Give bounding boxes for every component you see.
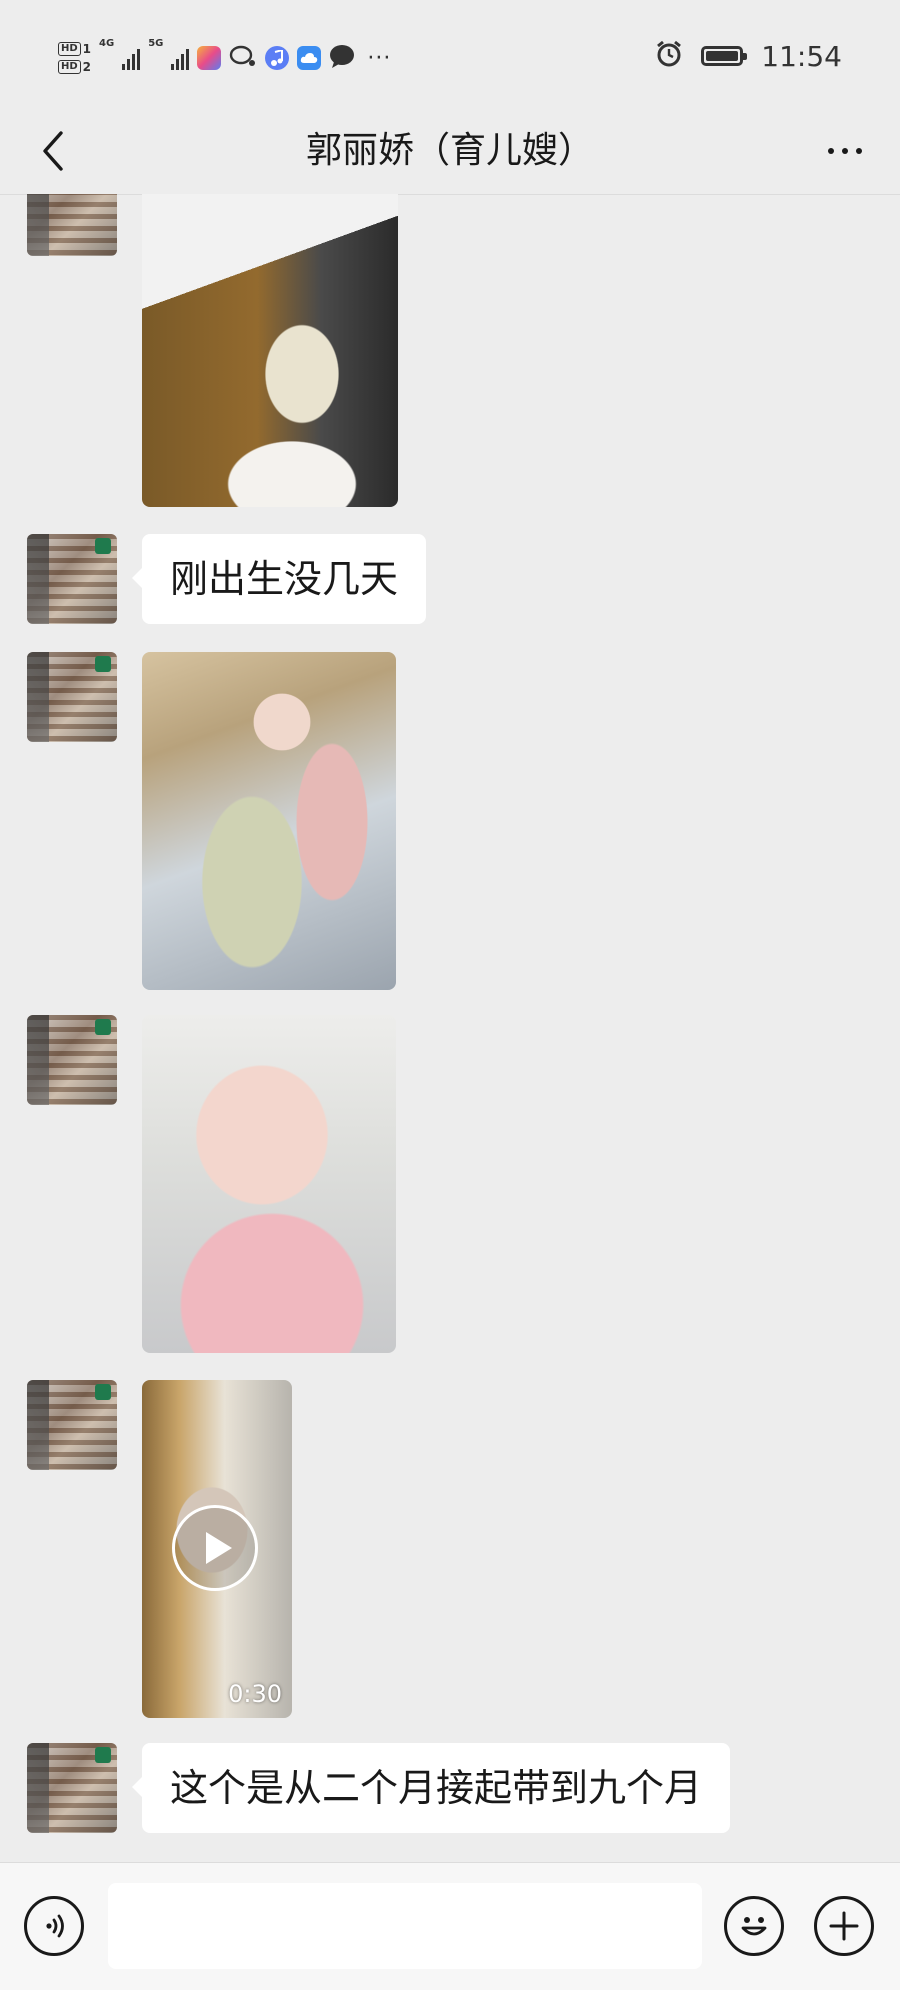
alarm-icon: [655, 40, 683, 72]
back-button[interactable]: [30, 128, 76, 174]
text-message[interactable]: 刚出生没几天: [131, 534, 427, 624]
clock: 11:54: [761, 39, 842, 73]
music-icon: [265, 46, 290, 70]
cloud-icon: [297, 46, 322, 70]
play-icon[interactable]: [172, 1505, 258, 1591]
chat-header: 郭丽娇（育儿嫂）: [0, 108, 900, 195]
sim2-slot: 2: [82, 60, 92, 74]
wechat-moments-icon: [229, 44, 257, 72]
more-dot: [856, 148, 862, 154]
sim1-slot: 1: [82, 42, 92, 56]
image-message[interactable]: [142, 194, 398, 507]
more-features-button[interactable]: [814, 1896, 874, 1956]
hd-badge-1: HD: [58, 42, 81, 56]
app-notification-icon: [197, 46, 222, 70]
status-left: HD 1 HD 2 4G 5G ···: [58, 34, 391, 82]
plus-icon: [829, 1911, 859, 1941]
contact-avatar[interactable]: [27, 534, 117, 624]
emoji-icon: [741, 1917, 767, 1936]
status-bar: HD 1 HD 2 4G 5G ··· 11:54: [0, 0, 900, 108]
image-message[interactable]: [142, 652, 396, 990]
voice-icon: [46, 1914, 64, 1938]
contact-avatar[interactable]: [27, 1380, 117, 1470]
message-list[interactable]: 刚出生没几天 0:30 这个是从二个月接起带到九个月: [0, 194, 900, 1862]
voice-button[interactable]: [24, 1896, 84, 1956]
more-dots-icon: [828, 148, 834, 154]
message-icon: [329, 44, 355, 72]
more-dot: [842, 148, 848, 154]
more-button[interactable]: [820, 128, 870, 174]
contact-avatar[interactable]: [27, 1743, 117, 1833]
network-4g-label: 4G: [99, 38, 115, 49]
hd-badge-2: HD: [58, 60, 81, 74]
signal-5g-icon: [171, 46, 190, 70]
video-duration: 0:30: [228, 1680, 282, 1708]
image-message[interactable]: [142, 1015, 396, 1353]
status-overflow-icon: ···: [367, 45, 392, 71]
battery-icon: [701, 46, 748, 66]
contact-avatar[interactable]: [27, 1015, 117, 1105]
contact-avatar[interactable]: [27, 652, 117, 742]
sim-indicators: HD 1 HD 2: [58, 42, 91, 74]
chat-title: 郭丽娇（育儿嫂）: [305, 130, 594, 171]
sim1-indicator: HD 1: [58, 42, 91, 56]
signal-4g-icon: [122, 46, 141, 70]
text-message[interactable]: 这个是从二个月接起带到九个月: [131, 1743, 731, 1833]
message-input[interactable]: [108, 1883, 702, 1969]
emoji-button[interactable]: [724, 1896, 784, 1956]
video-message[interactable]: 0:30: [142, 1380, 292, 1718]
chevron-left-icon: [43, 131, 63, 171]
network-5g-label: 5G: [148, 38, 164, 49]
status-right: 11:54: [655, 36, 842, 76]
sim2-indicator: HD 2: [58, 60, 91, 74]
input-bar: [0, 1862, 900, 1990]
contact-avatar[interactable]: [27, 194, 117, 256]
